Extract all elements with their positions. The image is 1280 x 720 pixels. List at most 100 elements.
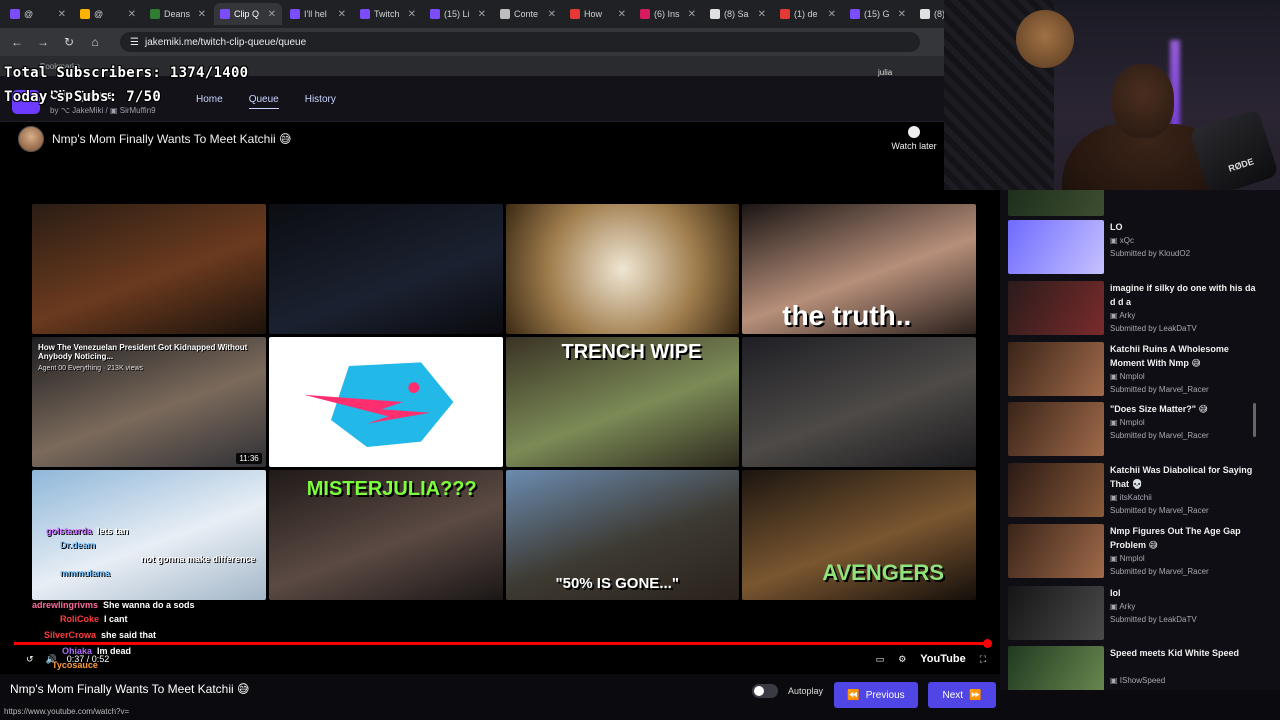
author-link-1[interactable]: JakeMiki: [72, 106, 103, 115]
end-screen-video-thumb[interactable]: How The Venezuelan President Got Kidnapp…: [32, 337, 266, 467]
queue-item-title: Katchii Was Diabolical for Saying That 💀: [1110, 465, 1253, 489]
fullscreen-icon[interactable]: ⛶: [980, 654, 986, 665]
close-icon[interactable]: ✕: [618, 9, 626, 20]
browser-tab[interactable]: Conte ✕: [494, 3, 562, 25]
queue-item-thumbnail[interactable]: [1008, 524, 1104, 578]
browser-tab[interactable]: Deans ✕: [144, 3, 212, 25]
back-icon[interactable]: ←: [10, 35, 24, 49]
queue-item-channel: ▣ Nmplol: [1110, 554, 1145, 563]
queue-item[interactable]: lol ▣ Arky Submitted by LeakDaTV: [1008, 586, 1270, 642]
close-icon[interactable]: ✕: [198, 9, 206, 20]
channel-avatar[interactable]: [18, 126, 44, 152]
end-screen-video-thumb[interactable]: MISTERJULIA???: [268, 470, 503, 600]
end-screen-video-thumb[interactable]: the truth..: [742, 204, 976, 334]
browser-tab[interactable]: I'll hel ✕: [284, 3, 352, 25]
close-icon[interactable]: ✕: [268, 9, 276, 20]
nav-home[interactable]: Home: [196, 94, 223, 109]
browser-tab[interactable]: (15) Li ✕: [424, 3, 492, 25]
browser-tab[interactable]: Twitch ✕: [354, 3, 422, 25]
tab-favicon-icon: [710, 9, 720, 19]
end-screen-video-thumb[interactable]: [268, 337, 503, 467]
close-icon[interactable]: ✕: [548, 9, 556, 20]
queue-item-thumbnail[interactable]: [1008, 463, 1104, 517]
reload-icon[interactable]: ↻: [62, 35, 76, 49]
app-nav: Home Queue History: [196, 94, 336, 109]
close-icon[interactable]: ✕: [408, 9, 416, 20]
queue-item[interactable]: Nmp Figures Out The Age Gap Problem 😅 ▣ …: [1008, 524, 1270, 580]
queue-item-thumbnail[interactable]: [1008, 586, 1104, 640]
queue-item[interactable]: Katchii Was Diabolical for Saying That 💀…: [1008, 463, 1270, 519]
video-title[interactable]: Nmp's Mom Finally Wants To Meet Katchii …: [52, 132, 292, 146]
queue-item-submitter: Submitted by Marvel_Racer: [1110, 385, 1209, 394]
queue-item-thumbnail[interactable]: [1008, 281, 1104, 335]
queue-item[interactable]: ▣ Submitted by LeakDaTV: [1008, 190, 1270, 218]
video-player[interactable]: Nmp's Mom Finally Wants To Meet Katchii …: [0, 122, 1000, 718]
browser-tab[interactable]: (8) Sa ✕: [704, 3, 772, 25]
end-screen-video-thumb[interactable]: [742, 337, 976, 467]
tab-label: (15) G: [864, 9, 890, 19]
browser-tab[interactable]: @ ✕: [74, 3, 142, 25]
queue-scrollbar[interactable]: [1253, 403, 1256, 437]
forward-icon[interactable]: →: [36, 35, 50, 49]
close-icon[interactable]: ✕: [128, 9, 136, 20]
queue-item-thumbnail[interactable]: [1008, 220, 1104, 274]
close-icon[interactable]: ✕: [688, 9, 696, 20]
end-screen-video-thumb[interactable]: "50% IS GONE...": [505, 470, 740, 600]
queue-item[interactable]: LO ▣ xQc Submitted by KloudO2: [1008, 220, 1270, 276]
url-text: jakemiki.me/twitch-clip-queue/queue: [144, 36, 307, 48]
scrubber-handle[interactable]: [983, 639, 993, 648]
url-field[interactable]: ☰ jakemiki.me/twitch-clip-queue/queue: [120, 32, 920, 52]
watch-later-button[interactable]: Watch later: [886, 126, 942, 151]
autoplay-toggle[interactable]: Autoplay: [752, 684, 823, 698]
end-screen-video-thumb[interactable]: AVENGERS: [742, 470, 976, 600]
user-menu[interactable]: julia: [878, 68, 892, 77]
chat-text: lets tan: [97, 526, 129, 536]
replay-icon[interactable]: ↺: [26, 654, 34, 665]
volume-icon[interactable]: 🔊: [46, 654, 57, 665]
queue-item-thumbnail[interactable]: [1008, 402, 1104, 456]
queue-item[interactable]: imagine if silky do one with his da d d …: [1008, 281, 1270, 337]
nav-history[interactable]: History: [305, 94, 336, 109]
close-icon[interactable]: ✕: [898, 9, 906, 20]
queue-item[interactable]: Katchii Ruins A Wholesome Moment With Nm…: [1008, 342, 1270, 398]
browser-tab[interactable]: Clip Q ✕: [214, 3, 282, 25]
close-icon[interactable]: ✕: [338, 9, 346, 20]
close-icon[interactable]: ✕: [758, 9, 766, 20]
end-screen-video-thumb[interactable]: [268, 204, 503, 334]
queue-item-thumbnail[interactable]: [1008, 190, 1104, 216]
browser-tab[interactable]: (15) G ✕: [844, 3, 912, 25]
youtube-logo[interactable]: YouTube: [920, 653, 965, 665]
queue-item-thumbnail[interactable]: [1008, 342, 1104, 396]
close-icon[interactable]: ✕: [58, 9, 66, 20]
browser-tab[interactable]: (8) Da ✕: [914, 3, 944, 25]
browser-tab[interactable]: (6) Ins ✕: [634, 3, 702, 25]
queue-item-thumbnail[interactable]: [1008, 646, 1104, 690]
browser-tab[interactable]: How ✕: [564, 3, 632, 25]
end-screen-video-thumb[interactable]: [505, 204, 740, 334]
tab-label: (6) Ins: [654, 9, 680, 19]
autoplay-switch[interactable]: [752, 684, 778, 698]
nav-queue[interactable]: Queue: [248, 94, 279, 109]
browser-tab[interactable]: @ ✕: [4, 3, 72, 25]
settings-gear-icon[interactable]: ⚙: [898, 654, 906, 665]
close-icon[interactable]: ✕: [828, 9, 836, 20]
end-screen-video-thumb[interactable]: [32, 204, 266, 334]
browser-tab[interactable]: (1) de ✕: [774, 3, 842, 25]
tab-favicon-icon: [10, 9, 20, 19]
queue-item[interactable]: Speed meets Kid White Speed ▣ IShowSpeed…: [1008, 646, 1270, 690]
site-info-icon[interactable]: ☰: [130, 37, 139, 48]
captions-icon[interactable]: ▭: [876, 654, 885, 665]
today-subs-overlay: Today's Subs: 7/50: [4, 89, 162, 105]
next-button[interactable]: Next ⏩: [928, 682, 996, 708]
plush-bear: [1016, 10, 1074, 68]
end-screen-video-thumb[interactable]: TRENCH WIPE: [505, 337, 740, 467]
queue-item-channel: ▣ Nmplol: [1110, 418, 1145, 427]
previous-button[interactable]: ⏪ Previous: [834, 682, 918, 708]
author-link-2[interactable]: SirMuffin9: [120, 106, 156, 115]
queue-item[interactable]: "Does Size Matter?" 😅 ▣ Nmplol Submitted…: [1008, 402, 1270, 458]
close-icon[interactable]: ✕: [478, 9, 486, 20]
clock-icon: [908, 126, 920, 138]
queue-item-submitter: Submitted by LeakDaTV: [1110, 324, 1197, 333]
progress-bar[interactable]: [14, 639, 993, 648]
home-icon[interactable]: ⌂: [88, 35, 102, 49]
